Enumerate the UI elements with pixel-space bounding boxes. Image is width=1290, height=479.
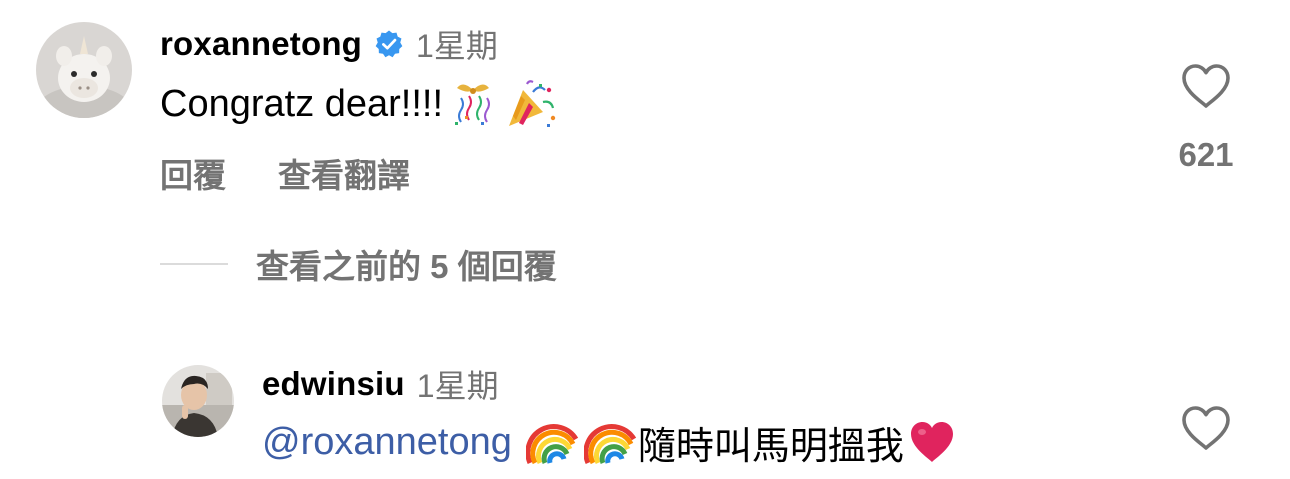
comment-header: roxannetong 1星期	[160, 22, 498, 66]
username[interactable]: roxannetong	[160, 25, 362, 63]
replies-divider-line	[160, 263, 228, 265]
comment-text-content: 隨時叫馬明搵我	[637, 425, 904, 468]
username[interactable]: edwinsiu	[262, 365, 405, 403]
party-popper-icon	[503, 78, 559, 130]
comment-header: edwinsiu 1星期	[262, 362, 499, 406]
comment-actions: 回覆 查看翻譯	[160, 148, 410, 198]
comment-text: @roxannetong 隨時叫馬明搵我	[262, 414, 956, 470]
red-heart-icon	[908, 420, 956, 464]
rainbow-icon	[583, 419, 638, 465]
timestamp: 1星期	[416, 368, 499, 404]
avatar-roxannetong[interactable]	[36, 22, 132, 118]
view-previous-replies[interactable]: 查看之前的 5 個回覆	[160, 238, 557, 290]
view-previous-replies-label[interactable]: 查看之前的 5 個回覆	[256, 240, 557, 288]
like-count: 621	[1178, 136, 1234, 173]
like-heart-icon[interactable]	[1180, 405, 1232, 451]
verified-badge-icon	[374, 29, 404, 59]
mention-link[interactable]: @roxannetong	[262, 421, 512, 464]
reply-button[interactable]: 回覆	[160, 149, 226, 197]
avatar-edwinsiu[interactable]	[162, 365, 234, 437]
see-translation-button[interactable]: 查看翻譯	[278, 149, 410, 197]
comment-text: Congratz dear!!!!	[160, 76, 559, 132]
timestamp: 1星期	[416, 28, 498, 64]
comment-text-content: Congratz dear!!!!	[160, 82, 444, 125]
rainbow-icon	[525, 419, 580, 465]
confetti-ball-icon	[447, 78, 499, 130]
like-heart-icon[interactable]	[1180, 63, 1232, 109]
